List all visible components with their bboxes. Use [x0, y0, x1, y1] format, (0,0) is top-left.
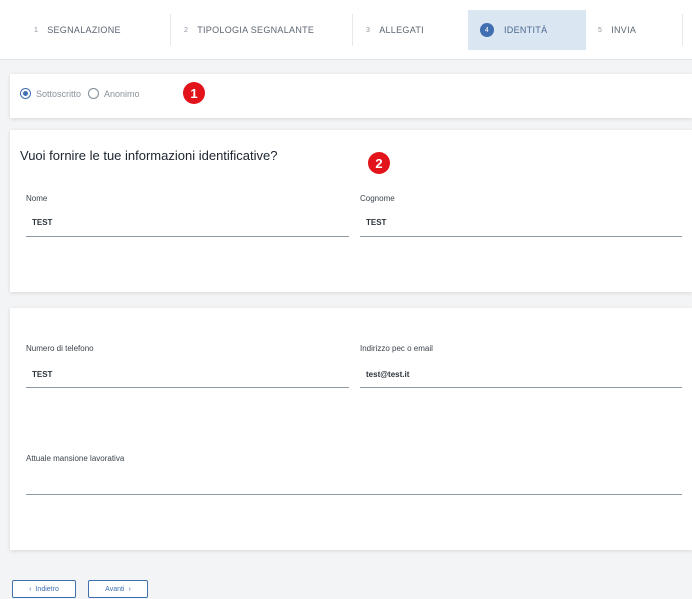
- cognome-input[interactable]: TEST: [366, 218, 386, 227]
- stepper: 1 SEGNALAZIONE 2 TIPOLOGIA SEGNALANTE 3 …: [0, 0, 692, 60]
- step-number: 3: [366, 26, 371, 34]
- mansione-label: Attuale mansione lavorativa: [26, 454, 125, 463]
- nome-label: Nome: [26, 194, 48, 203]
- step-label: SEGNALAZIONE: [47, 25, 121, 35]
- email-label: Indirizzo pec o email: [360, 344, 433, 353]
- next-button-label: Avanti: [105, 585, 125, 593]
- chevron-left-icon: ‹: [29, 585, 32, 593]
- identity-type-card: Sottoscritto Anonimo: [10, 74, 692, 118]
- annotation-marker-1: 1: [183, 82, 205, 104]
- step-number: 5: [598, 26, 603, 34]
- email-input[interactable]: test@test.it: [366, 370, 409, 379]
- radio-label-sottoscritto[interactable]: Sottoscritto: [36, 89, 81, 99]
- step-number-badge: 4: [480, 23, 494, 37]
- cognome-underline: [360, 236, 682, 237]
- next-button[interactable]: Avanti ›: [88, 580, 148, 598]
- back-button-label: Indietro: [35, 585, 59, 593]
- telefono-input[interactable]: TEST: [32, 370, 52, 379]
- identity-type-radio-group: Sottoscritto Anonimo: [20, 88, 147, 99]
- step-tipologia-segnalante[interactable]: 2 TIPOLOGIA SEGNALANTE: [184, 10, 314, 50]
- chevron-right-icon: ›: [128, 585, 131, 593]
- telefono-underline: [26, 387, 349, 388]
- step-invia[interactable]: 5 INVIA: [598, 10, 636, 50]
- nome-field[interactable]: Nome TEST: [26, 194, 349, 238]
- radio-sottoscritto[interactable]: [20, 88, 31, 99]
- identity-info-card: Vuoi fornire le tue informazioni identif…: [10, 130, 692, 292]
- radio-label-anonimo[interactable]: Anonimo: [104, 89, 140, 99]
- cognome-label: Cognome: [360, 194, 395, 203]
- step-label: INVIA: [611, 25, 637, 35]
- cognome-field[interactable]: Cognome TEST: [360, 194, 682, 238]
- step-divider: [170, 14, 171, 46]
- telefono-label: Numero di telefono: [26, 344, 94, 353]
- radio-anonimo[interactable]: [88, 88, 100, 99]
- step-identita[interactable]: 4 IDENTITÀ: [468, 10, 586, 50]
- nome-underline: [26, 236, 349, 237]
- step-divider: [352, 14, 353, 46]
- step-allegati[interactable]: 3 ALLEGATI: [366, 10, 424, 50]
- contact-info-card: Numero di telefono TEST Indirizzo pec o …: [10, 308, 692, 550]
- step-label: TIPOLOGIA SEGNALANTE: [197, 25, 315, 35]
- step-number: 2: [184, 26, 189, 34]
- nome-input[interactable]: TEST: [32, 218, 52, 227]
- mansione-field[interactable]: Attuale mansione lavorativa: [26, 454, 682, 496]
- step-label: ALLEGATI: [379, 25, 424, 35]
- annotation-marker-2: 2: [368, 152, 390, 174]
- step-label: IDENTITÀ: [504, 25, 548, 35]
- step-number: 1: [34, 26, 39, 34]
- step-segnalazione[interactable]: 1 SEGNALAZIONE: [34, 10, 121, 50]
- telefono-field[interactable]: Numero di telefono TEST: [26, 344, 349, 388]
- email-underline: [360, 387, 682, 388]
- mansione-underline: [26, 494, 682, 495]
- identity-section-title: Vuoi fornire le tue informazioni identif…: [20, 148, 278, 163]
- back-button[interactable]: ‹ Indietro: [12, 580, 76, 598]
- step-divider: [682, 14, 683, 46]
- email-field[interactable]: Indirizzo pec o email test@test.it: [360, 344, 682, 388]
